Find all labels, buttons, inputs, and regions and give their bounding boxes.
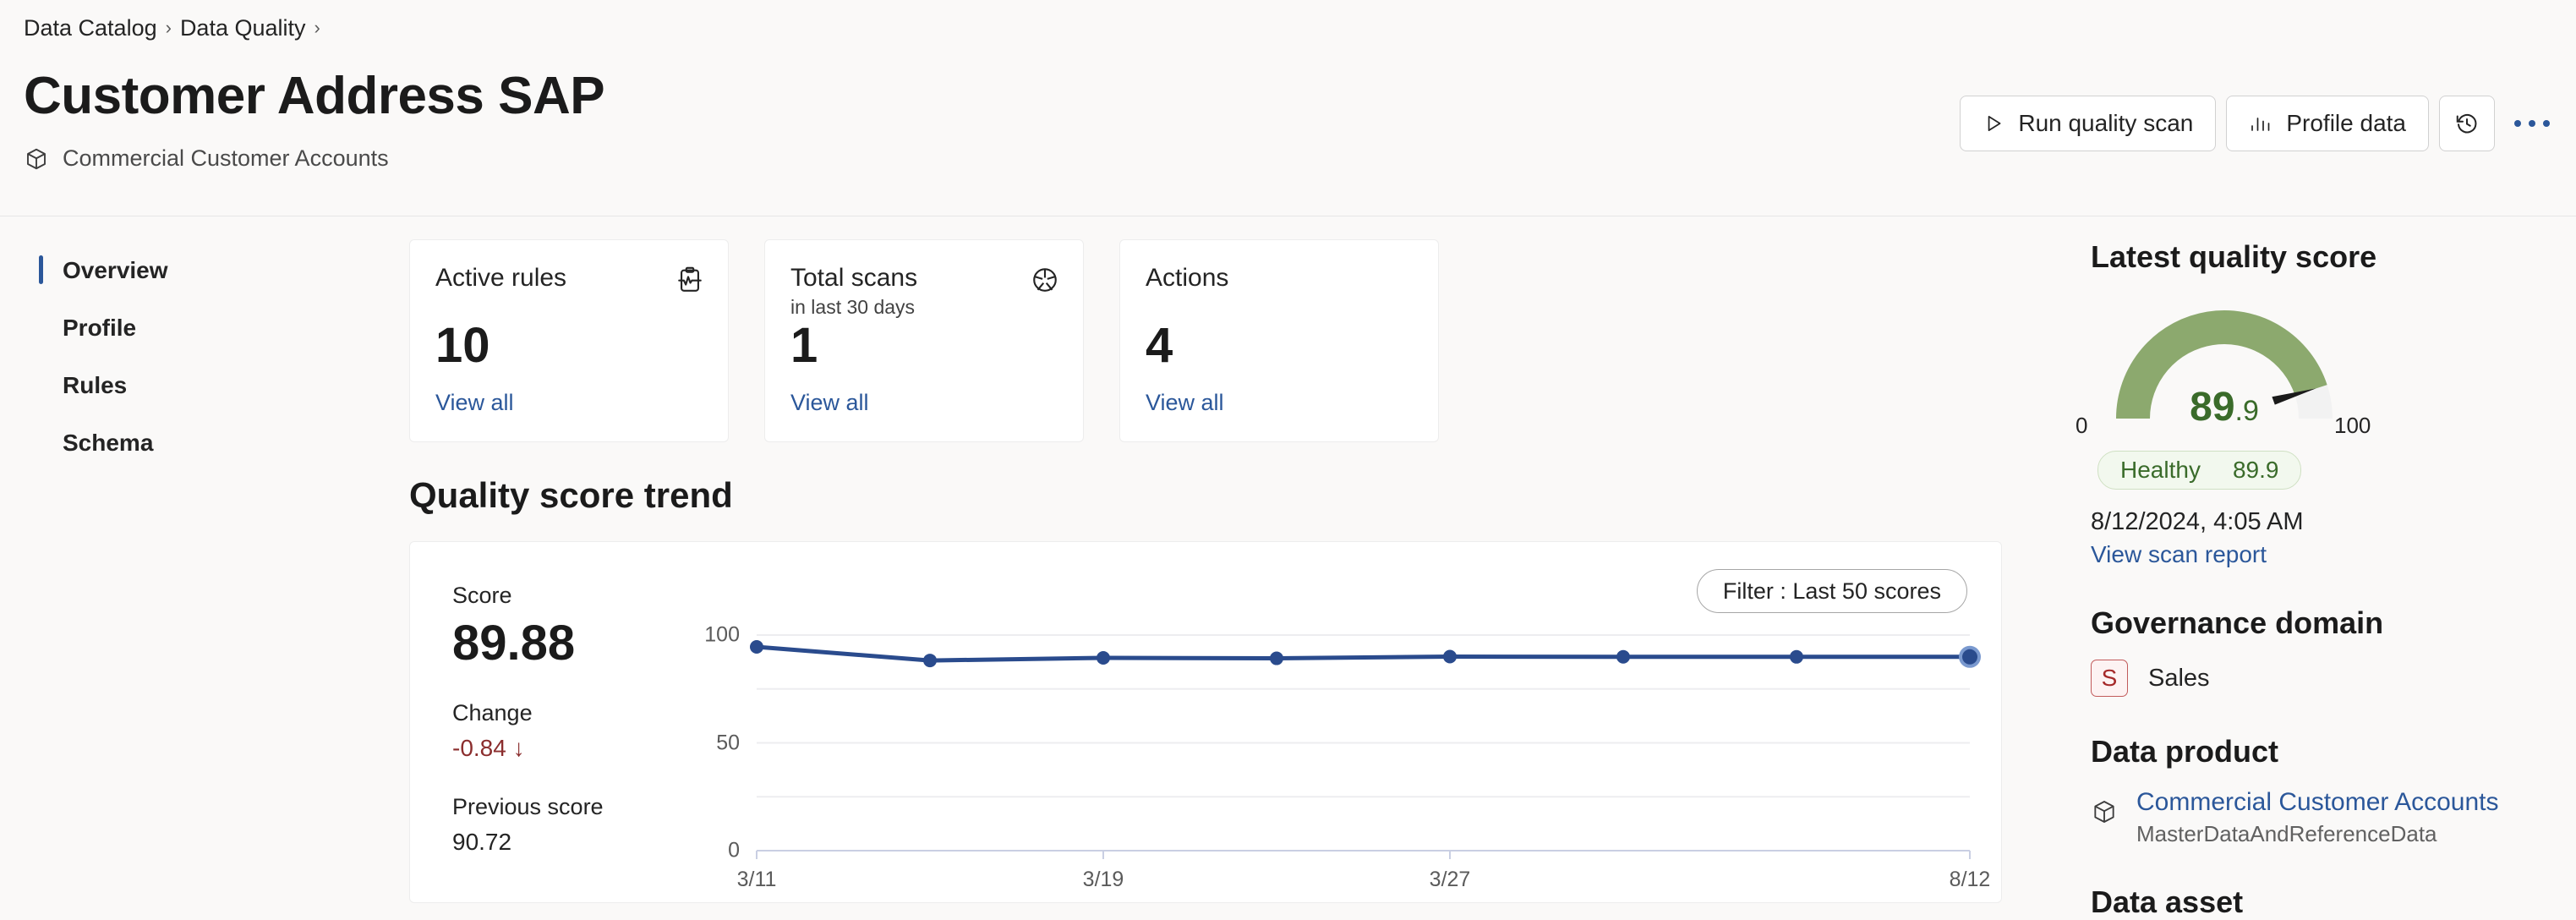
run-quality-scan-label: Run quality scan (2018, 110, 2194, 136)
stat-card-active-rules: Active rules 10 View all (409, 239, 729, 442)
sidebar-item-profile[interactable]: Profile (39, 311, 318, 345)
chart-x-tick: 8/12 (1949, 868, 1991, 891)
gauge-min-label: 0 (2076, 413, 2088, 438)
data-product-name[interactable]: Commercial Customer Accounts (2136, 788, 2498, 816)
page-subtitle-label: Commercial Customer Accounts (63, 145, 389, 171)
status-badge-label: Healthy (2120, 457, 2201, 483)
sidebar-item-overview[interactable]: Overview (39, 254, 318, 288)
more-options-button[interactable] (2505, 96, 2559, 151)
chevron-right-icon: › (165, 16, 172, 38)
clipboard-pulse-icon (675, 266, 704, 298)
more-horizontal-icon (2514, 120, 2521, 127)
quality-score-gauge: 0 100 89.9 (2076, 300, 2371, 438)
profile-data-label: Profile data (2286, 110, 2406, 136)
stat-card-total-scans: Total scans in last 30 days 1 View all (764, 239, 1084, 442)
profile-data-button[interactable]: Profile data (2226, 96, 2429, 151)
more-horizontal-icon (2529, 120, 2535, 127)
aperture-icon (1031, 266, 1059, 298)
header-actions: Run quality scan Profile data (1960, 96, 2559, 151)
history-icon (2454, 111, 2480, 136)
stat-card-view-all-link[interactable]: View all (435, 390, 514, 416)
gauge-value-fraction: .9 (2234, 395, 2259, 427)
play-icon (1983, 112, 2004, 134)
last-scan-timestamp: 8/12/2024, 4:05 AM (2091, 508, 2304, 535)
more-horizontal-icon (2543, 120, 2550, 127)
stat-card-row: Active rules 10 View all Total scans in … (409, 239, 1439, 442)
governance-domain-name: Sales (2148, 664, 2210, 692)
data-asset-section: Data asset (2091, 884, 2564, 920)
chart-x-tick: 3/27 (1429, 868, 1471, 891)
cube-icon (2091, 798, 2118, 830)
quality-score-trend-card: Score 89.88 Change -0.84 ↓ Previous scor… (409, 541, 2002, 903)
stat-card-value: 4 (1146, 318, 1173, 373)
bar-chart-icon (2249, 112, 2272, 134)
status-badge: Healthy 89.9 (2097, 451, 2302, 490)
stat-card-title: Total scans (790, 264, 918, 292)
governance-domain-section: Governance domain S Sales (2091, 605, 2564, 697)
scan-history-button[interactable] (2439, 96, 2495, 151)
gauge-value: 89.9 (2097, 384, 2351, 430)
stat-card-title: Actions (1146, 264, 1229, 292)
chart-y-tick: 100 (704, 622, 740, 647)
governance-domain-heading: Governance domain (2091, 605, 2384, 640)
gauge-value-whole: 89 (2190, 385, 2235, 430)
stat-card-value: 1 (790, 318, 818, 373)
chart-x-tick: 3/11 (736, 868, 777, 891)
data-product-section: Data product Commercial Customer Account… (2091, 734, 2564, 847)
governance-domain-item[interactable]: S Sales (2091, 660, 2564, 697)
page-title: Customer Address SAP (24, 67, 605, 125)
stat-card-actions: Actions 4 View all (1119, 239, 1439, 442)
view-scan-report-link[interactable]: View scan report (2091, 541, 2564, 568)
stat-card-value: 10 (435, 318, 490, 373)
quality-score-trend-title: Quality score trend (409, 475, 733, 515)
data-asset-heading: Data asset (2091, 884, 2244, 919)
sidebar-item-label: Schema (63, 430, 154, 456)
status-badge-score: 89.9 (2232, 457, 2279, 483)
sidebar-item-rules[interactable]: Rules (39, 369, 318, 402)
page-subtitle: Commercial Customer Accounts (24, 145, 389, 172)
data-product-subtitle: MasterDataAndReferenceData (2136, 820, 2437, 846)
sidebar-item-label: Profile (63, 315, 137, 341)
details-rail: Latest quality score 0 100 89.9 Healthy … (2076, 239, 2564, 920)
sidebar-item-label: Rules (63, 372, 128, 398)
chart-x-tick: 3/19 (1082, 868, 1124, 891)
stat-card-view-all-link[interactable]: View all (1146, 390, 1224, 416)
data-product-heading: Data product (2091, 734, 2279, 769)
data-product-item[interactable]: Commercial Customer Accounts MasterDataA… (2091, 788, 2564, 847)
cube-icon (24, 146, 49, 172)
chevron-right-icon: › (314, 16, 320, 38)
stat-card-subtitle: in last 30 days (790, 296, 916, 318)
run-quality-scan-button[interactable]: Run quality scan (1960, 96, 2217, 151)
domain-initial-badge: S (2091, 660, 2128, 697)
sidebar-item-schema[interactable]: Schema (39, 426, 318, 460)
chart-y-tick: 0 (728, 838, 740, 862)
latest-quality-score-heading: Latest quality score (2091, 239, 2377, 274)
sidebar-nav: Overview Profile Rules Schema (39, 254, 318, 484)
stat-card-view-all-link[interactable]: View all (790, 390, 869, 416)
stat-card-title: Active rules (435, 264, 567, 292)
sidebar-item-label: Overview (63, 257, 168, 283)
breadcrumb-item-data-catalog[interactable]: Data Catalog (24, 15, 157, 41)
breadcrumb: Data Catalog › Data Quality › (24, 15, 320, 41)
quality-score-line-chart: 0 50 100 3/11 3/19 3/27 8/12 (410, 542, 2003, 904)
chart-y-tick: 50 (716, 731, 740, 754)
breadcrumb-item-data-quality[interactable]: Data Quality (180, 15, 306, 41)
